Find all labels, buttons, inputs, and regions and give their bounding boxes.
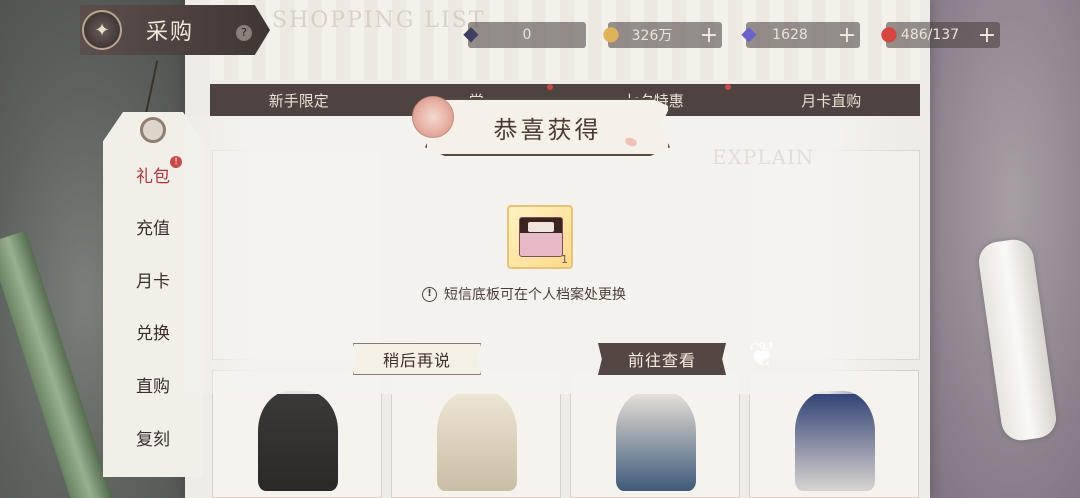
currency-stamina: ● 486/137 + (880, 21, 1000, 48)
outfit-image (616, 391, 696, 491)
outfit-image (795, 391, 875, 491)
later-button-label: 稍后再说 (382, 351, 451, 370)
sidebar-item-rerun[interactable]: 复刻 (103, 425, 203, 450)
tab-dot (724, 83, 731, 90)
tab-label: 月卡直购 (801, 91, 862, 110)
diamond-icon: ◆ (741, 21, 757, 45)
reward-item[interactable]: 1 (507, 205, 573, 269)
add-stamina-button[interactable]: + (974, 23, 1000, 48)
tab-monthly[interactable]: 月卡直购 (743, 90, 921, 111)
congrats-banner: 恭喜获得 (425, 98, 670, 156)
currency-ticket: ◆ 0 (463, 21, 586, 48)
ticket-icon: ◆ (463, 21, 479, 45)
currency-coins: ● 326万 + (602, 21, 722, 48)
butterfly-icon: ❦ (748, 335, 777, 375)
chest-inner (528, 222, 554, 232)
coin-icon: ● (602, 21, 620, 45)
add-diamonds-button[interactable]: + (834, 23, 860, 48)
help-icon[interactable]: ? (236, 25, 252, 41)
go-view-button-label: 前往查看 (627, 351, 696, 370)
later-button[interactable]: 稍后再说 (353, 343, 481, 375)
currency-diamonds: ◆ 1628 + (741, 21, 860, 48)
tab-dot (547, 83, 553, 90)
overlay-ghost-text: EXPLAIN (712, 145, 815, 169)
warning-icon: ! (422, 286, 437, 302)
go-view-button[interactable]: 前往查看 (598, 343, 726, 375)
congrats-title: 恭喜获得 (493, 115, 602, 144)
cake-icon: ● (880, 21, 898, 45)
outfit-image (258, 391, 338, 491)
reward-count: 1 (561, 253, 568, 266)
reward-notice: ! 短信底板可在个人档案处更换 (422, 284, 626, 304)
tab-newbie[interactable]: 新手限定 (210, 90, 388, 111)
tab-label: 新手限定 (268, 91, 329, 110)
outfit-image (437, 391, 517, 491)
rose-icon (412, 96, 454, 138)
header-ghost-text: SHOPPING LIST (272, 8, 486, 33)
add-coins-button[interactable]: + (696, 23, 722, 48)
notice-text: 短信底板可在个人档案处更换 (444, 287, 626, 303)
message-board-chest-icon (519, 217, 563, 257)
tag-hole (140, 117, 166, 143)
back-butterfly-icon[interactable]: ✦ (82, 10, 122, 50)
page-title: 采购 (146, 20, 195, 45)
